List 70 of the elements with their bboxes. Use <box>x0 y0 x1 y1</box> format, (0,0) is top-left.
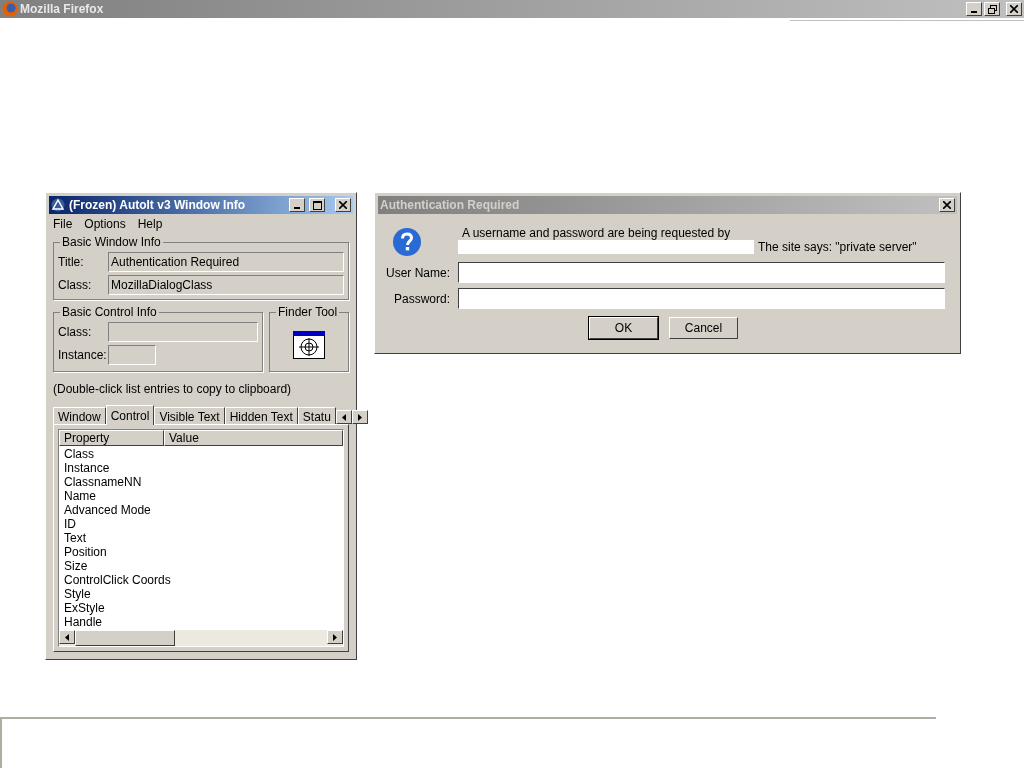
column-header[interactable]: Property <box>59 430 164 446</box>
list-item[interactable]: ClassnameNN <box>59 475 343 489</box>
text-field[interactable] <box>458 288 945 309</box>
question-icon <box>392 227 422 257</box>
text-field[interactable]: MozillaDialogClass <box>108 275 344 295</box>
list-item[interactable]: Class <box>59 447 343 461</box>
group-title: Finder Tool <box>276 305 340 319</box>
scroll-left-button[interactable] <box>59 630 75 644</box>
left-arrow-icon <box>341 413 346 421</box>
site-message: The site says: "private server" <box>758 240 917 254</box>
window-title: (Frozen) AutoIt v3 Window Info <box>69 197 247 214</box>
field-label: Password: <box>392 290 450 308</box>
dialog-title: Authentication Required <box>380 197 521 214</box>
browser-title: Mozilla Firefox <box>20 1 105 18</box>
tab[interactable]: Window <box>53 407 106 424</box>
maximize-button[interactable] <box>309 198 325 212</box>
menu-item[interactable]: Help <box>137 215 163 233</box>
crosshair-window-icon[interactable] <box>293 331 325 359</box>
column-header[interactable]: Value <box>164 430 343 446</box>
scroll-right-button[interactable] <box>327 630 343 644</box>
group-title: Basic Window Info <box>60 235 163 249</box>
tab[interactable]: Statu <box>297 407 336 424</box>
list-item[interactable]: ExStyle <box>59 601 343 615</box>
triangle-logo-icon <box>51 198 65 212</box>
list-item[interactable]: ControlClick Coords <box>59 573 343 587</box>
globe-logo-icon <box>2 1 18 17</box>
right-arrow-icon <box>357 413 362 421</box>
list-item[interactable]: Style <box>59 587 343 601</box>
maximize-icon <box>312 200 322 210</box>
list-item[interactable]: ID <box>59 517 343 531</box>
text-field[interactable] <box>458 262 945 283</box>
minimize-button[interactable] <box>289 198 305 212</box>
close-button[interactable] <box>1006 2 1022 16</box>
dialog-button[interactable]: OK <box>589 317 658 339</box>
left-arrow-icon <box>65 633 69 641</box>
field-label: Instance: <box>58 347 108 364</box>
tab[interactable]: Control <box>105 405 155 425</box>
scroll-thumb[interactable] <box>75 630 175 646</box>
close-icon <box>943 201 951 209</box>
close-button[interactable] <box>939 198 955 212</box>
field-label: Class: <box>58 324 93 341</box>
restore-icon <box>987 4 997 14</box>
close-button[interactable] <box>335 198 351 212</box>
menu-item[interactable]: File <box>53 215 73 233</box>
group-title: Basic Control Info <box>60 305 159 319</box>
menu-item[interactable]: Options <box>84 215 126 233</box>
list-item[interactable]: Name <box>59 489 343 503</box>
dialog-button[interactable]: Cancel <box>669 317 738 339</box>
list-item[interactable]: Text <box>59 531 343 545</box>
list-item[interactable]: Position <box>59 545 343 559</box>
tab[interactable]: Visible Text <box>154 407 225 424</box>
close-icon <box>339 201 347 209</box>
field-label: Class: <box>58 277 93 294</box>
list-item[interactable]: Advanced Mode <box>59 503 343 517</box>
field-label: User Name: <box>385 264 450 282</box>
horizontal-scrollbar[interactable] <box>59 630 343 646</box>
request-message: A username and password are being requested by <box>461 226 732 240</box>
restore-button[interactable] <box>984 2 1000 16</box>
list-item[interactable]: Handle <box>59 615 343 629</box>
close-icon <box>1010 5 1018 13</box>
text-field[interactable] <box>108 345 156 365</box>
minimize-button[interactable] <box>966 2 982 16</box>
list-item[interactable]: Size <box>59 559 343 573</box>
right-arrow-icon <box>333 633 337 641</box>
hint-text: (Double-click list entries to copy to clipboard) <box>53 381 293 398</box>
tab[interactable]: Hidden Text <box>224 407 298 424</box>
text-field[interactable]: Authentication Required <box>108 252 344 272</box>
field-label: Title: <box>58 254 85 271</box>
list-item[interactable]: Instance <box>59 461 343 475</box>
text-field[interactable] <box>108 322 258 342</box>
